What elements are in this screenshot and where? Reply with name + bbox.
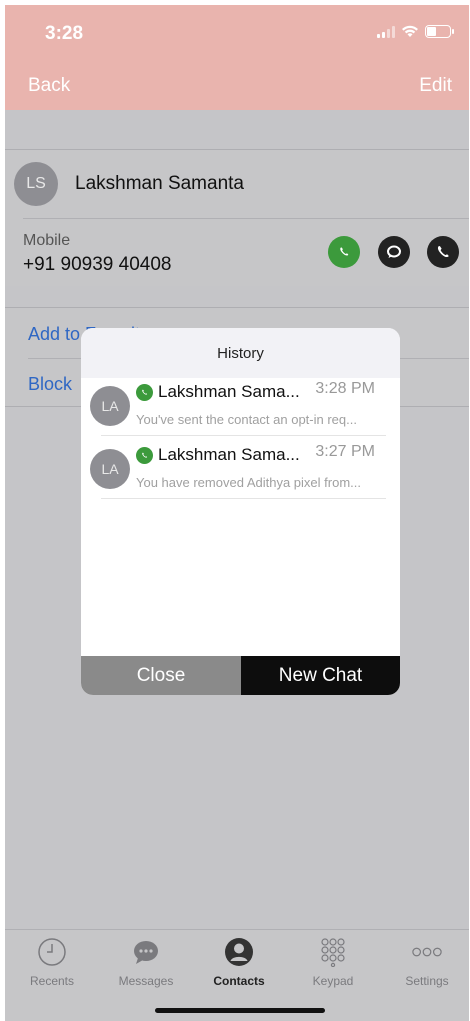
whatsapp-button[interactable] bbox=[328, 236, 360, 268]
message-icon bbox=[387, 245, 401, 258]
contact-card: LS Lakshman Samanta Mobile +91 90939 404… bbox=[5, 149, 469, 286]
keypad-icon bbox=[321, 938, 345, 967]
divider bbox=[101, 498, 386, 499]
tab-settings[interactable]: Settings bbox=[387, 936, 467, 988]
divider bbox=[101, 435, 386, 436]
whatsapp-icon bbox=[136, 384, 153, 401]
tab-label: Keypad bbox=[312, 974, 354, 988]
phone-number[interactable]: +91 90939 40408 bbox=[23, 254, 171, 276]
item-time: 3:28 PM bbox=[315, 380, 375, 397]
status-icons bbox=[377, 25, 454, 38]
phone-icon bbox=[437, 246, 449, 258]
tab-label: Settings bbox=[405, 974, 449, 988]
item-preview: You've sent the contact an opt-in req... bbox=[136, 412, 357, 427]
whatsapp-icon bbox=[136, 447, 153, 464]
tab-messages[interactable]: Messages bbox=[106, 936, 186, 988]
tab-label: Recents bbox=[29, 974, 75, 988]
item-name: Lakshman Sama... bbox=[158, 382, 300, 401]
more-icon bbox=[412, 947, 442, 957]
whatsapp-icon bbox=[340, 247, 349, 256]
back-button[interactable]: Back bbox=[28, 75, 70, 97]
contact-name: Lakshman Samanta bbox=[75, 173, 244, 194]
wifi-icon bbox=[402, 25, 418, 37]
divider bbox=[23, 218, 469, 219]
top-bar: 3:28 Back Edit bbox=[5, 5, 469, 110]
status-time: 3:28 bbox=[45, 23, 84, 44]
tab-label: Messages bbox=[118, 974, 174, 988]
message-button[interactable] bbox=[378, 236, 410, 268]
modal-buttons: Close New Chat bbox=[81, 656, 400, 695]
avatar: LS bbox=[14, 162, 58, 206]
avatar: LA bbox=[90, 449, 130, 489]
list-item[interactable]: LA Lakshman Sama... 3:27 PM You have rem… bbox=[81, 441, 400, 499]
item-time: 3:27 PM bbox=[315, 443, 375, 460]
new-chat-button[interactable]: New Chat bbox=[241, 656, 400, 695]
item-name: Lakshman Sama... bbox=[158, 445, 300, 464]
tab-bar: Recents Messages Contacts Keypad Setting… bbox=[5, 929, 469, 1021]
tab-contacts[interactable]: Contacts bbox=[199, 936, 279, 988]
chat-bubble-icon bbox=[134, 941, 158, 964]
home-indicator[interactable] bbox=[155, 1008, 325, 1013]
list-item[interactable]: LA Lakshman Sama... 3:28 PM You've sent … bbox=[81, 378, 400, 436]
history-modal: History LA Lakshman Sama... 3:28 PM You'… bbox=[81, 328, 400, 695]
tab-label: Contacts bbox=[213, 974, 265, 988]
call-button[interactable] bbox=[427, 236, 459, 268]
phone-label: Mobile bbox=[23, 232, 71, 249]
item-preview: You have removed Adithya pixel from... bbox=[136, 475, 361, 490]
battery-icon bbox=[425, 25, 454, 38]
tab-recents[interactable]: Recents bbox=[12, 936, 92, 988]
phone-screen: 3:28 Back Edit LS Lakshman Samanta Mobil… bbox=[5, 5, 469, 1021]
tab-keypad[interactable]: Keypad bbox=[293, 936, 373, 988]
edit-button[interactable]: Edit bbox=[419, 75, 452, 97]
modal-title: History bbox=[81, 328, 400, 378]
avatar: LA bbox=[90, 386, 130, 426]
close-button[interactable]: Close bbox=[81, 656, 241, 695]
block-button[interactable]: Block bbox=[28, 374, 72, 395]
clock-icon bbox=[38, 938, 66, 966]
signal-icon bbox=[377, 25, 395, 38]
person-icon bbox=[225, 938, 253, 966]
